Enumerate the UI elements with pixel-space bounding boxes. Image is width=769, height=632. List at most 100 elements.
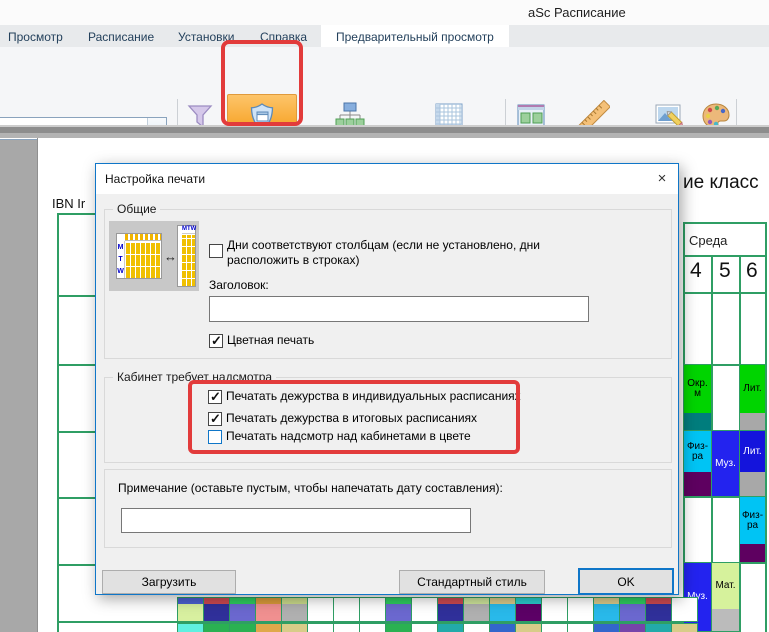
supervision-checkbox[interactable] [208, 390, 222, 404]
period-number: 4 [690, 259, 702, 283]
timetable-cell: Муз. [711, 430, 740, 497]
timetable-cell-strip [204, 598, 229, 604]
grid-line [57, 564, 95, 566]
timetable-cell [671, 597, 698, 622]
grid-line [57, 295, 95, 297]
tab-view[interactable]: Просмотр [8, 30, 63, 44]
window-titlebar: aSc Расписание [0, 0, 769, 25]
timetable-cell [229, 597, 256, 622]
timetable-cell-strip [438, 598, 463, 604]
tab-help[interactable]: Справка [260, 30, 307, 44]
supervision-checkbox[interactable] [208, 430, 222, 444]
timetable-cell-partial [619, 623, 646, 632]
timetable-cell-strip [230, 598, 255, 604]
timetable-cell-strip [684, 413, 711, 430]
timetable-cell-strip [740, 472, 765, 496]
timetable-cell-strip [178, 598, 203, 604]
timetable-cell-strip [740, 544, 765, 562]
timetable-cell-strip [282, 598, 307, 604]
grid-line [57, 213, 59, 632]
timetable-cell-partial [307, 623, 334, 632]
load-button[interactable]: Загрузить [102, 570, 236, 594]
timetable-cell-strip [386, 598, 411, 604]
timetable-cell [593, 597, 620, 622]
timetable-cell-partial [593, 623, 620, 632]
timetable-cell-strip [620, 598, 645, 604]
timetable-cell-strip [594, 598, 619, 604]
grid-line [683, 255, 766, 257]
timetable-cell-label: Лит. [743, 447, 761, 457]
timetable-cell-strip [490, 598, 515, 604]
timetable-cell-partial [359, 623, 386, 632]
header-input[interactable] [209, 296, 589, 322]
ok-button[interactable]: OK [578, 568, 674, 595]
grid-line [683, 292, 766, 294]
supervision-checkbox[interactable] [208, 412, 222, 426]
timetable-cell: Лит. [739, 364, 766, 431]
timetable-cell [645, 597, 672, 622]
group-general-title: Общие [113, 202, 160, 216]
mini-calendar-letter: M [117, 244, 124, 251]
timetable-cell-partial [541, 623, 568, 632]
timetable-cell [359, 597, 386, 622]
timetable-cell-label: Физ-ра [740, 511, 765, 531]
timetable-cell-label: Лит. [743, 384, 761, 394]
supervision-checkbox-label: Печатать дежурства в индивидуальных расп… [226, 389, 521, 404]
close-icon[interactable]: × [651, 168, 673, 190]
timetable-cell-label: Мат. [715, 581, 735, 591]
timetable-cell [333, 597, 360, 622]
timetable-cell-partial [411, 623, 438, 632]
days-as-columns-checkbox[interactable] [209, 244, 223, 258]
tab-settings[interactable]: Установки [178, 30, 234, 44]
timetable-cell-partial [177, 623, 204, 632]
swap-arrow-icon: ↔ [164, 249, 177, 264]
supervision-checkbox-label: Печатать дежурства в итоговых расписания… [226, 411, 477, 426]
timetable-cell-label: Окр. м [684, 379, 711, 399]
timetable-cell-partial [463, 623, 490, 632]
timetable-cell-partial [255, 623, 282, 632]
standard-style-button[interactable]: Стандартный стиль [399, 570, 545, 594]
timetable-cell [567, 597, 594, 622]
timetable-cell-partial [645, 623, 672, 632]
timetable-cell-label: Муз. [715, 459, 736, 469]
mini-calendar-letter: W [191, 226, 197, 233]
timetable-cell [255, 597, 282, 622]
color-print-checkbox[interactable] [209, 334, 223, 348]
timetable-cell-strip [646, 598, 671, 604]
timetable-cell: Лит. [739, 430, 766, 497]
note-label: Примечание (оставьте пустым, чтобы напеч… [118, 481, 503, 495]
tab-timetable[interactable]: Расписание [88, 30, 154, 44]
orientation-icon-panel: MTW ↔ MTW [109, 221, 199, 291]
timetable-cell [463, 597, 490, 622]
timetable-cell [437, 597, 464, 622]
timetable-cell [385, 597, 412, 622]
header-label: Заголовок: [209, 278, 269, 292]
window-title: aSc Расписание [528, 5, 626, 20]
timetable-cell [281, 597, 308, 622]
print-setup-dialog: Настройка печати × Общие MTW ↔ MTW Дни с… [95, 163, 679, 595]
timetable-cell-strip [684, 472, 711, 496]
timetable-cell [307, 597, 334, 622]
period-number: 6 [746, 259, 758, 283]
dialog-titlebar[interactable]: Настройка печати × [96, 164, 678, 194]
tab-print-preview[interactable]: Предварительный просмотр [336, 30, 494, 44]
ribbon-toolbar: сание классов ▼ Фильтр Общие настройки [0, 47, 769, 125]
period-number: 5 [719, 259, 731, 283]
preview-heading-left: IBN Ir [52, 196, 85, 211]
timetable-cell [541, 597, 568, 622]
timetable-cell [515, 597, 542, 622]
timetable-cell-label: Физ-ра [684, 442, 711, 462]
note-input[interactable] [121, 508, 471, 533]
timetable-cell-strip [740, 413, 765, 430]
timetable-cell-strip [516, 598, 541, 604]
grid-line [57, 497, 95, 499]
supervision-checkbox-label: Печатать надсмотр над кабинетами в цвете [226, 429, 471, 444]
grid-line [57, 431, 95, 433]
timetable-cell-partial [281, 623, 308, 632]
timetable-cell-partial [385, 623, 412, 632]
timetable-cell [411, 597, 438, 622]
days-as-columns-checkbox-label: Дни соответствуют столбцам (если не уста… [227, 238, 575, 268]
timetable-cell-partial [333, 623, 360, 632]
timetable-cell-strip [712, 609, 739, 631]
timetable-cell-partial [515, 623, 542, 632]
